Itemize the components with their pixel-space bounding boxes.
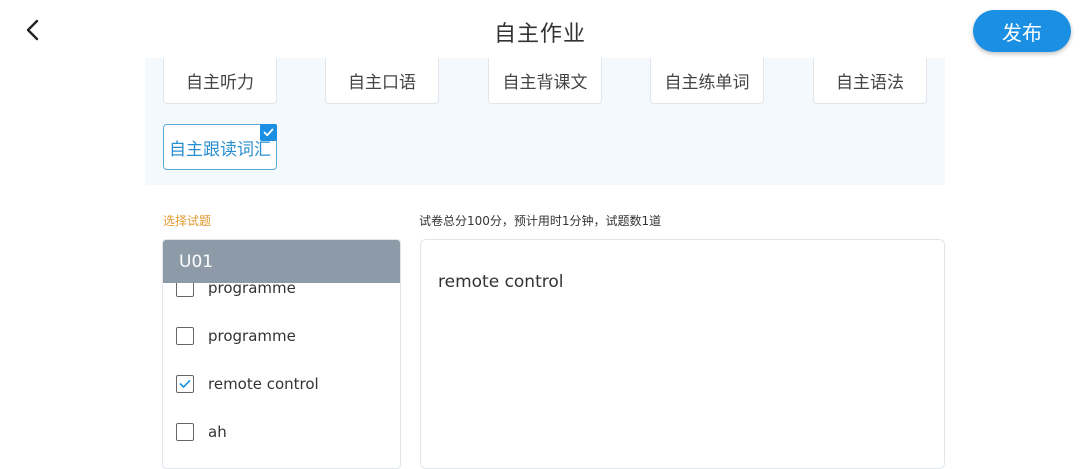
type-card-speaking[interactable]: 自主口语 <box>325 58 439 104</box>
type-card-recite-text[interactable]: 自主背课文 <box>488 58 602 104</box>
type-card-label: 自主练单词 <box>664 73 750 93</box>
publish-button[interactable]: 发布 <box>973 10 1071 52</box>
type-card-label: 自主听力 <box>186 73 254 93</box>
type-card-label: 自主背课文 <box>502 73 588 93</box>
type-card-label: 自主语法 <box>836 73 904 93</box>
homework-type-panel: 自主听力 自主口语 自主背课文 自主练单词 自主语法 自主跟读词汇 <box>145 58 945 185</box>
checkmark-icon <box>179 379 191 388</box>
checkbox-checked[interactable] <box>176 375 194 393</box>
type-card-label: 自主跟读词汇 <box>169 139 271 160</box>
type-card-grammar[interactable]: 自主语法 <box>813 58 927 104</box>
selected-check-icon <box>260 124 277 141</box>
question-preview-panel: remote control <box>420 239 945 469</box>
page-title: 自主作业 <box>493 22 586 47</box>
app-header: 自主作业 发布 <box>0 0 1080 62</box>
list-item[interactable]: remote control <box>163 364 400 404</box>
checkbox[interactable] <box>176 327 194 345</box>
type-card-label: 自主口语 <box>348 73 416 93</box>
question-list-panel[interactable]: U01 programme programme remote control a… <box>162 239 401 469</box>
type-card-listening[interactable]: 自主听力 <box>163 58 277 104</box>
list-item[interactable]: programme <box>163 316 400 356</box>
list-item-label: programme <box>208 327 296 345</box>
checkbox[interactable] <box>176 423 194 441</box>
preview-text: remote control <box>438 272 564 292</box>
list-item-label: ah <box>208 423 227 441</box>
exam-summary: 试卷总分100分，预计用时1分钟，试题数1道 <box>419 214 662 228</box>
type-card-word-practice[interactable]: 自主练单词 <box>650 58 764 104</box>
list-item-label: remote control <box>208 375 319 393</box>
unit-header[interactable]: U01 <box>163 240 400 283</box>
select-questions-label: 选择试题 <box>163 214 212 228</box>
type-card-follow-read-vocab[interactable]: 自主跟读词汇 <box>163 124 277 170</box>
list-item[interactable]: ah <box>163 412 400 452</box>
